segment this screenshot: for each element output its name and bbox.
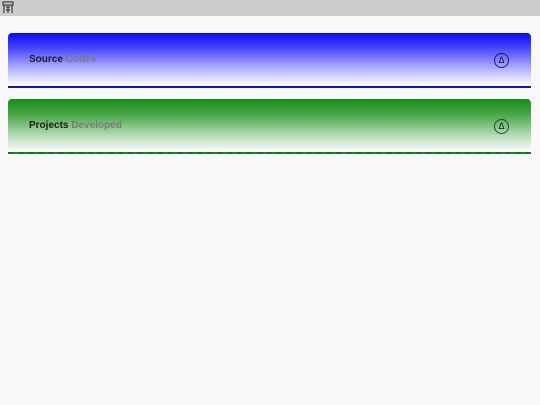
collapse-toggle-icon[interactable]: Δ — [494, 53, 509, 68]
panel-title-main: Projects — [29, 120, 69, 131]
panel-title-rest: Developed — [71, 120, 122, 131]
projects-developed-panel[interactable]: Projects Developed Δ — [8, 99, 531, 154]
panel-title: Source Codes — [29, 54, 96, 65]
collapse-toggle-icon[interactable]: Δ — [494, 119, 509, 134]
source-codes-panel[interactable]: Source Codes Δ — [8, 33, 531, 88]
panel-title: Projects Developed — [29, 120, 122, 131]
top-bar — [0, 0, 540, 16]
panel-title-rest: Codes — [65, 54, 97, 65]
app-logo-icon[interactable] — [2, 1, 14, 14]
panel-title-main: Source — [29, 54, 63, 65]
